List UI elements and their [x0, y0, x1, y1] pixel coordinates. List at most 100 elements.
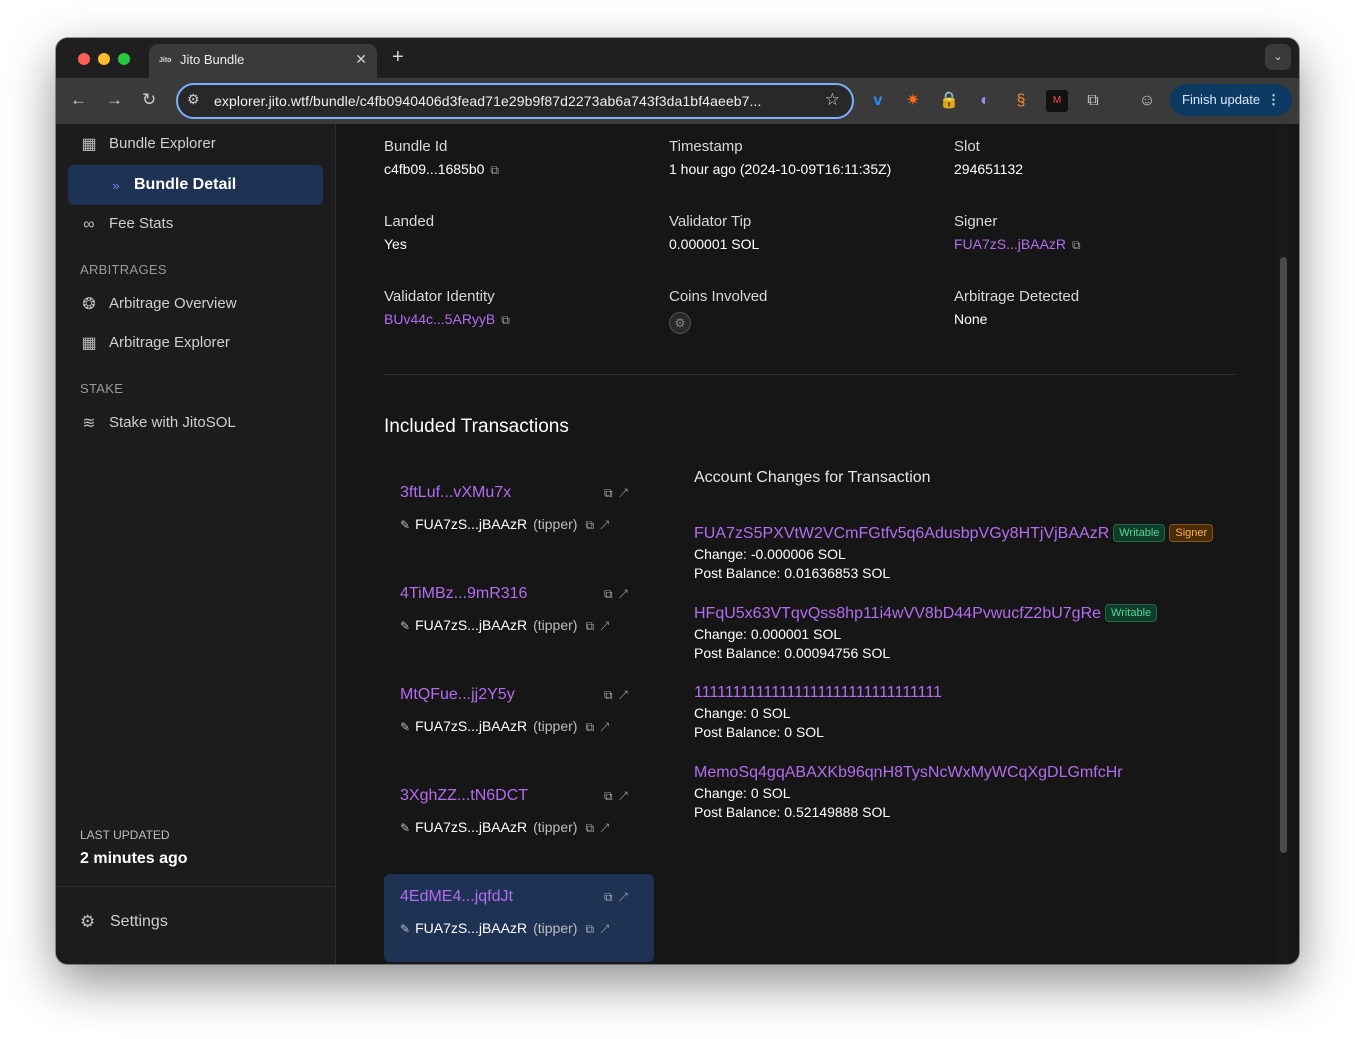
- browser-toolbar: ← → ↻ ⚙ explorer.jito.wtf/bundle/c4fb094…: [56, 78, 1299, 124]
- more-vertical-icon[interactable]: ⋮: [1267, 84, 1280, 116]
- sidebar-item-arbitrage-explorer[interactable]: ▦ Arbitrage Explorer: [68, 323, 323, 363]
- layers-icon: ≋: [82, 415, 96, 432]
- landed-value: Yes: [384, 236, 407, 252]
- validator-identity-link[interactable]: BUv44c...5ARyyB: [384, 311, 495, 327]
- included-transactions-title: Included Transactions: [384, 416, 569, 437]
- browser-window: Jito Jito Bundle ✕ + ⌄ ← → ↻ ⚙ explorer.…: [56, 38, 1299, 964]
- transaction-item[interactable]: 4TiMBz...9mR316 ⧉↗ ✎ FUA7zS...jBAAzR (tipp…: [384, 571, 654, 659]
- transaction-role: (tipper): [533, 819, 578, 835]
- account-address-link[interactable]: HFqU5x63VTqvQss8hp11i4wVV8bD44PvwucfZ2bU…: [694, 605, 1101, 622]
- account-address-link[interactable]: FUA7zS5PXVtW2VCmFGtfv5q6AdusbpVGy8HTjVjB…: [694, 525, 1109, 542]
- account-change-item: HFqU5x63VTqvQss8hp11i4wVV8bD44PvwucfZ2bU…: [694, 604, 1254, 661]
- tab-search-chevron-icon[interactable]: ⌄: [1265, 44, 1291, 70]
- transaction-signature-link[interactable]: 4TiMBz...9mR316: [400, 585, 527, 603]
- last-updated-value: 2 minutes ago: [80, 850, 188, 867]
- transaction-signer[interactable]: FUA7zS...jBAAzR: [415, 617, 527, 633]
- tab-jito-bundle[interactable]: Jito Jito Bundle ✕: [149, 44, 377, 78]
- sidebar-item-arbitrage-overview[interactable]: ❂ Arbitrage Overview: [68, 284, 323, 324]
- back-arrow-icon[interactable]: ←: [70, 90, 87, 110]
- grid-icon: ▦: [81, 136, 97, 153]
- new-tab-icon[interactable]: +: [392, 46, 404, 69]
- chevron-double-right-icon: »: [112, 178, 120, 193]
- transaction-item[interactable]: MtQFue...jj2Y5y ⧉↗ ✎ FUA7zS...jBAAzR (tipp…: [384, 672, 654, 760]
- account-post-balance: Post Balance: 0.01636853 SOL: [694, 565, 891, 581]
- copy-external-link-icons[interactable]: ⧉↗: [604, 789, 634, 804]
- account-change-item: 11111111111111111111111111111111 Change:…: [694, 684, 1254, 740]
- tab-bar: Jito Jito Bundle ✕ + ⌄: [56, 38, 1299, 78]
- copy-external-link-icons[interactable]: ⧉↗: [604, 486, 634, 501]
- account-change-item: FUA7zS5PXVtW2VCmFGtfv5q6AdusbpVGy8HTjVjB…: [694, 524, 1254, 581]
- transaction-signer-row: ✎ FUA7zS...jBAAzR (tipper) ⧉↗: [400, 920, 616, 937]
- account-address-row: 11111111111111111111111111111111: [694, 684, 1254, 702]
- copy-external-link-icons[interactable]: ⧉↗: [585, 922, 615, 936]
- sidebar-item-stake-jitosol[interactable]: ≋ Stake with JitoSOL: [68, 403, 323, 443]
- transaction-role: (tipper): [533, 516, 578, 532]
- account-address-row: FUA7zS5PXVtW2VCmFGtfv5q6AdusbpVGy8HTjVjB…: [694, 524, 1254, 543]
- grid-icon: ▦: [81, 335, 97, 352]
- copy-external-link-icons[interactable]: ⧉↗: [604, 587, 634, 602]
- extensions-puzzle-icon[interactable]: ⧉: [1082, 90, 1104, 112]
- solflare-extension-icon[interactable]: §: [1010, 90, 1032, 112]
- address-bar[interactable]: ⚙ explorer.jito.wtf/bundle/c4fb0940406d3…: [176, 83, 854, 119]
- metamask-extension-icon[interactable]: M: [1046, 90, 1068, 112]
- transaction-signer-row: ✎ FUA7zS...jBAAzR (tipper) ⧉↗: [400, 819, 616, 836]
- reload-icon[interactable]: ↻: [142, 90, 156, 110]
- tab-title: Jito Bundle: [180, 52, 245, 67]
- sparkle-extension-icon[interactable]: ✷: [902, 90, 924, 112]
- vimeo-extension-icon[interactable]: v: [867, 90, 889, 112]
- lock-extension-icon[interactable]: 🔒: [938, 90, 960, 112]
- jito-favicon-icon: Jito: [159, 57, 172, 64]
- transaction-item[interactable]: 3ftLuf...vXMu7x ⧉↗ ✎ FUA7zS...jBAAzR (tipp…: [384, 470, 654, 558]
- finish-update-label: Finish update: [1182, 92, 1261, 107]
- sidebar-item-bundle-detail[interactable]: » Bundle Detail: [68, 165, 323, 205]
- finish-update-button[interactable]: Finish update ⋮: [1170, 84, 1292, 116]
- sidebar-divider: [56, 886, 335, 887]
- transaction-signer[interactable]: FUA7zS...jBAAzR: [415, 819, 527, 835]
- zoom-window-button[interactable]: [118, 53, 130, 65]
- copy-external-link-icons[interactable]: ⧉↗: [604, 688, 634, 703]
- url-text[interactable]: explorer.jito.wtf/bundle/c4fb0940406d3fe…: [214, 93, 761, 109]
- coin-token-icon[interactable]: ⚙: [669, 312, 691, 334]
- section-divider: [384, 374, 1236, 375]
- copy-icon[interactable]: ⧉: [501, 313, 510, 327]
- bundle-id-label: Bundle Id: [384, 138, 448, 155]
- sidebar-item-bundle-explorer[interactable]: ▦ Bundle Explorer: [68, 124, 323, 164]
- profile-avatar-icon[interactable]: ☺: [1136, 90, 1158, 112]
- phantom-extension-icon[interactable]: ◐: [974, 90, 996, 112]
- site-settings-icon[interactable]: ⚙: [187, 91, 200, 108]
- account-post-balance: Post Balance: 0.00094756 SOL: [694, 645, 891, 661]
- forward-arrow-icon[interactable]: →: [106, 90, 123, 110]
- account-address-link[interactable]: 11111111111111111111111111111111: [694, 684, 942, 701]
- copy-external-link-icons[interactable]: ⧉↗: [585, 720, 615, 734]
- transaction-signer[interactable]: FUA7zS...jBAAzR: [415, 920, 527, 936]
- account-address-link[interactable]: MemoSq4gqABAXKb96qnH8TysNcWxMyWCqXgDLGmf…: [694, 764, 1123, 781]
- copy-icon[interactable]: ⧉: [490, 163, 499, 177]
- coins-icon: ❂: [82, 296, 96, 313]
- transaction-signer[interactable]: FUA7zS...jBAAzR: [415, 718, 527, 734]
- transaction-signature-link[interactable]: MtQFue...jj2Y5y: [400, 686, 515, 704]
- edit-icon: ✎: [400, 821, 411, 835]
- transaction-signature-link[interactable]: 3XghZZ...tN6DCT: [400, 787, 528, 805]
- transaction-signer-row: ✎ FUA7zS...jBAAzR (tipper) ⧉↗: [400, 516, 616, 533]
- copy-external-link-icons[interactable]: ⧉↗: [604, 890, 634, 905]
- copy-external-link-icons[interactable]: ⧉↗: [585, 518, 615, 532]
- copy-external-link-icons[interactable]: ⧉↗: [585, 821, 615, 835]
- transaction-item-selected[interactable]: 4EdME4...jqfdJt ⧉↗ ✎ FUA7zS...jBAAzR (tipp…: [384, 874, 654, 962]
- sidebar-item-fee-stats[interactable]: ∞ Fee Stats: [68, 204, 323, 244]
- transaction-signature-link[interactable]: 4EdME4...jqfdJt: [400, 888, 513, 906]
- arbitrages-heading: ARBITRAGES: [80, 262, 167, 277]
- sidebar-item-label: Arbitrage Overview: [109, 295, 237, 312]
- transaction-signer[interactable]: FUA7zS...jBAAzR: [415, 516, 527, 532]
- minimize-window-button[interactable]: [98, 53, 110, 65]
- close-window-button[interactable]: [78, 53, 90, 65]
- account-address-row: MemoSq4gqABAXKb96qnH8TysNcWxMyWCqXgDLGmf…: [694, 764, 1254, 782]
- copy-icon[interactable]: ⧉: [1072, 238, 1081, 252]
- bookmark-star-icon[interactable]: ☆: [825, 90, 840, 110]
- transaction-signature-link[interactable]: 3ftLuf...vXMu7x: [400, 484, 511, 502]
- close-tab-icon[interactable]: ✕: [355, 51, 367, 68]
- copy-external-link-icons[interactable]: ⧉↗: [585, 619, 615, 633]
- scrollbar-thumb[interactable]: [1280, 257, 1287, 853]
- signer-link[interactable]: FUA7zS...jBAAzR: [954, 236, 1066, 252]
- transaction-item[interactable]: 3XghZZ...tN6DCT ⧉↗ ✎ FUA7zS...jBAAzR (tipp…: [384, 773, 654, 861]
- validator-tip-value: 0.000001 SOL: [669, 236, 760, 252]
